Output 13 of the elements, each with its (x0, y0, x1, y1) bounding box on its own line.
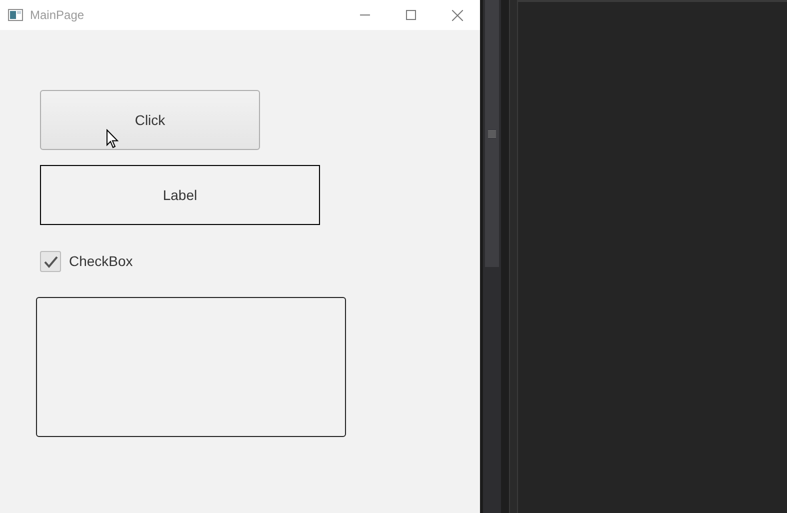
app-icon (8, 9, 23, 21)
grip-icon (488, 130, 496, 138)
checkbox-label: CheckBox (69, 252, 133, 271)
click-button[interactable]: Click (40, 90, 260, 150)
close-icon (452, 10, 462, 20)
label-box: Label (40, 165, 320, 225)
checkmark-icon (44, 256, 58, 268)
checkbox[interactable] (40, 251, 61, 272)
maximize-icon (406, 10, 416, 20)
scrollbar-thumb[interactable] (485, 0, 499, 267)
window-title: MainPage (30, 7, 84, 24)
mouse-cursor-icon (106, 129, 119, 149)
text-area[interactable] (36, 297, 346, 437)
